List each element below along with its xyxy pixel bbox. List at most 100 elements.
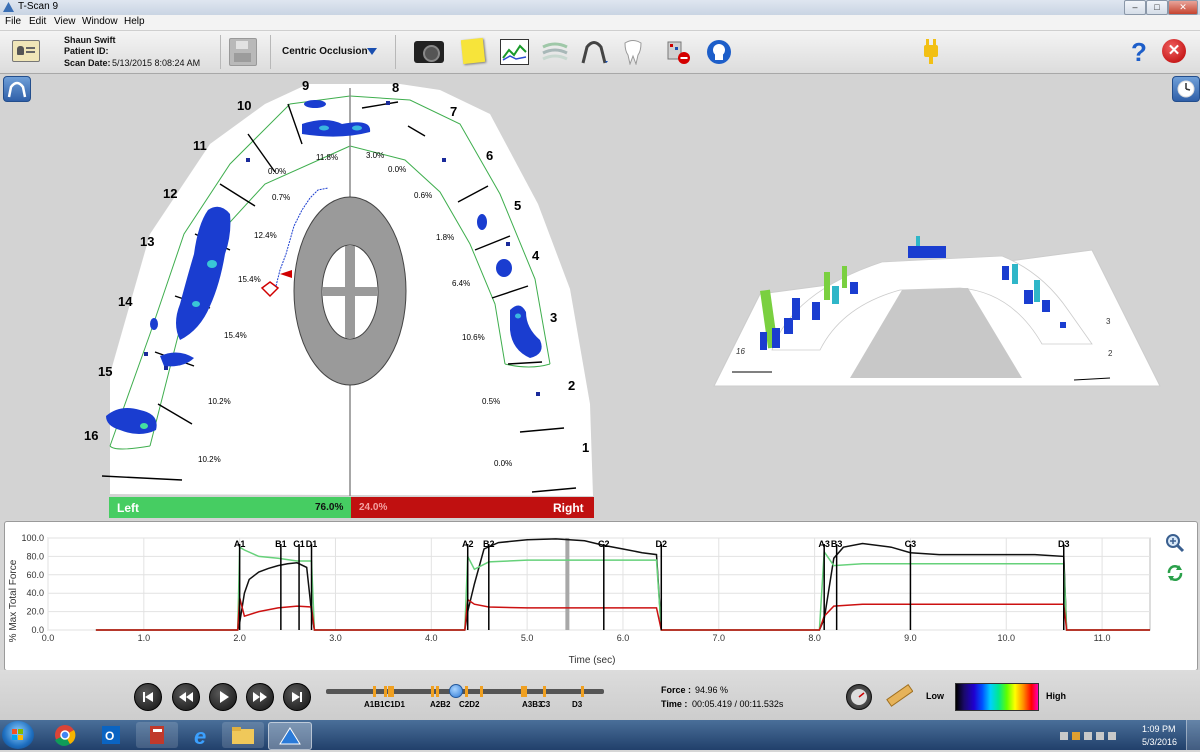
head-icon[interactable] — [706, 39, 732, 65]
arch-icon[interactable] — [580, 39, 610, 65]
tooth-number: 12 — [163, 186, 177, 201]
event-marker-label: C1 — [293, 539, 305, 549]
scan-date: 5/13/2015 8:08:24 AM — [112, 58, 201, 68]
window-title: T-Scan 9 — [18, 1, 59, 12]
tscan-icon[interactable] — [268, 722, 312, 750]
timeline-label: A2B2 — [430, 700, 451, 709]
sticky-note-icon[interactable] — [460, 37, 486, 65]
force-time-chart[interactable]: % Max Total Force Time (sec) 100.0 80.0 60… — [4, 521, 1164, 669]
arch-view-button[interactable] — [3, 76, 31, 102]
fast-forward-button[interactable] — [246, 683, 274, 711]
files-icon[interactable] — [136, 722, 178, 748]
graph-icon[interactable] — [500, 39, 529, 65]
event-marker-label: B1 — [275, 539, 287, 549]
tooth-percent: 6.4% — [452, 279, 470, 288]
play-button[interactable] — [209, 683, 237, 711]
tooth-percent: 15.4% — [224, 331, 247, 340]
menu-edit[interactable]: Edit — [29, 16, 46, 27]
tooth-number: 4 — [532, 248, 540, 263]
close-icon[interactable]: ✕ — [1162, 39, 1186, 63]
timeline-tick[interactable] — [391, 686, 395, 697]
timeline-tick[interactable] — [373, 686, 377, 697]
scan-date-label: Scan Date: — [64, 58, 111, 68]
event-marker-label: B2 — [483, 539, 495, 549]
chrome-icon[interactable] — [44, 722, 86, 748]
ruler-icon[interactable] — [885, 683, 914, 708]
tooth-number: 9 — [302, 78, 309, 93]
minimize-button[interactable]: – — [1124, 0, 1146, 15]
tray-icons[interactable] — [1060, 730, 1120, 742]
zoom-icon[interactable] — [1165, 533, 1185, 553]
camera-icon[interactable] — [414, 41, 444, 63]
taskbar — [0, 720, 1200, 750]
timeline-thumb[interactable] — [449, 684, 463, 698]
menu-view[interactable]: View — [54, 16, 76, 27]
plugin-icon[interactable] — [920, 37, 942, 65]
tooth-number: 1 — [582, 440, 589, 455]
maximize-button[interactable]: □ — [1146, 0, 1168, 15]
close-window-button[interactable]: ✕ — [1168, 0, 1198, 15]
event-marker-label: B3 — [831, 539, 843, 549]
x-tick-label: 6.0 — [617, 633, 630, 643]
svg-text:O: O — [105, 729, 114, 743]
timeline-label: D3 — [572, 700, 583, 709]
event-marker-label: A3 — [818, 539, 830, 549]
occlusion-mode-label[interactable]: Centric Occlusion — [282, 46, 368, 57]
x-tick-label: 3.0 — [329, 633, 342, 643]
timeline-tick[interactable] — [479, 686, 483, 697]
start-button[interactable] — [2, 721, 34, 749]
svg-text:e: e — [194, 724, 206, 748]
timeline-tick[interactable] — [523, 686, 527, 697]
tooth-number-3d: 3 — [1106, 317, 1111, 326]
legend-low: Low — [926, 691, 944, 701]
tooth-number: 2 — [568, 378, 575, 393]
x-tick-label: 1.0 — [138, 633, 151, 643]
x-tick-label: 9.0 — [904, 633, 917, 643]
left-value: 76.0% — [315, 502, 344, 513]
timeline-tick[interactable] — [436, 686, 440, 697]
event-marker-label: D1 — [306, 539, 318, 549]
rewind-button[interactable] — [172, 683, 200, 711]
tooth-icon[interactable] — [623, 39, 643, 66]
force-value: 94.96 % — [695, 685, 729, 695]
layers-icon[interactable] — [541, 41, 569, 63]
plot-area — [47, 537, 1151, 631]
timeline-tick[interactable] — [465, 686, 469, 697]
tooth-number: 10 — [237, 98, 251, 113]
refresh-icon[interactable] — [1165, 563, 1185, 583]
chevron-down-icon[interactable] — [367, 48, 377, 55]
patient-name: Shaun Swift — [64, 35, 116, 45]
event-marker-label: A2 — [462, 539, 474, 549]
save-icon[interactable] — [229, 38, 257, 66]
patient-id-label: Patient ID: — [64, 46, 109, 56]
explorer-icon[interactable] — [222, 722, 264, 748]
tooth-percent: 15.4% — [238, 275, 261, 284]
patient-card-icon[interactable] — [12, 40, 40, 62]
toolbar-divider — [270, 35, 271, 69]
sensor-icon[interactable] — [665, 39, 691, 65]
skip-forward-button[interactable] — [283, 683, 311, 711]
skip-back-button[interactable] — [134, 683, 162, 711]
menu-file[interactable]: File — [5, 16, 21, 27]
tooth-number-3d: 16 — [736, 347, 745, 356]
ie-icon[interactable]: e — [182, 722, 224, 749]
clock-time: 1:09 PM — [1142, 724, 1176, 734]
event-marker-label: C3 — [905, 539, 917, 549]
time-label: Time : — [661, 699, 688, 709]
time-value: 00:05.419 / 00:11.532s — [692, 699, 784, 709]
tooth-number: 8 — [392, 80, 399, 95]
outlook-icon[interactable]: O — [90, 722, 132, 748]
menu-help[interactable]: Help — [124, 16, 145, 27]
gauge-icon[interactable] — [846, 684, 872, 710]
show-desktop-button[interactable] — [1186, 720, 1200, 750]
tooth-number: 6 — [486, 148, 493, 163]
tooth-number: 3 — [550, 310, 557, 325]
timeline-tick[interactable] — [430, 686, 434, 697]
timeline-tick[interactable] — [542, 686, 546, 697]
help-icon[interactable]: ? — [1131, 37, 1147, 68]
menu-window[interactable]: Window — [82, 16, 118, 27]
clock-button[interactable] — [1172, 76, 1200, 102]
timeline-tick[interactable] — [581, 686, 585, 697]
y-axis-label: % Max Total Force — [8, 559, 19, 642]
timeline-tick[interactable] — [383, 686, 387, 697]
